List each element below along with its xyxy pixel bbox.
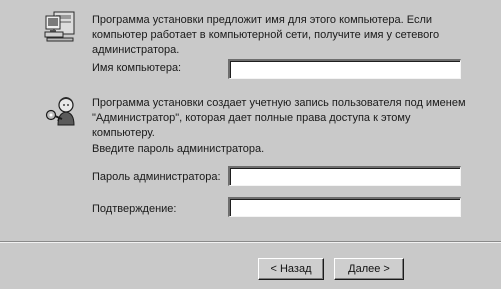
computer-icon	[44, 11, 76, 43]
user-key-icon	[44, 95, 78, 127]
back-button[interactable]: < Назад	[258, 258, 324, 280]
admin-password-input[interactable]	[228, 166, 461, 186]
admin-password-label: Пароль администратора:	[92, 171, 221, 183]
separator-highlight	[0, 242, 501, 243]
next-button[interactable]: Далее >	[334, 258, 404, 280]
computer-name-label: Имя компьютера:	[92, 62, 182, 74]
confirm-password-label: Подтверждение:	[92, 203, 177, 215]
confirm-password-input[interactable]	[228, 197, 461, 217]
computer-name-input[interactable]	[228, 59, 461, 79]
admin-account-description: Программа установки создает учетную запи…	[92, 97, 466, 139]
computer-name-description: Программа установки предложит имя для эт…	[92, 14, 440, 56]
admin-password-instruction: Введите пароль администратора.	[92, 143, 265, 155]
